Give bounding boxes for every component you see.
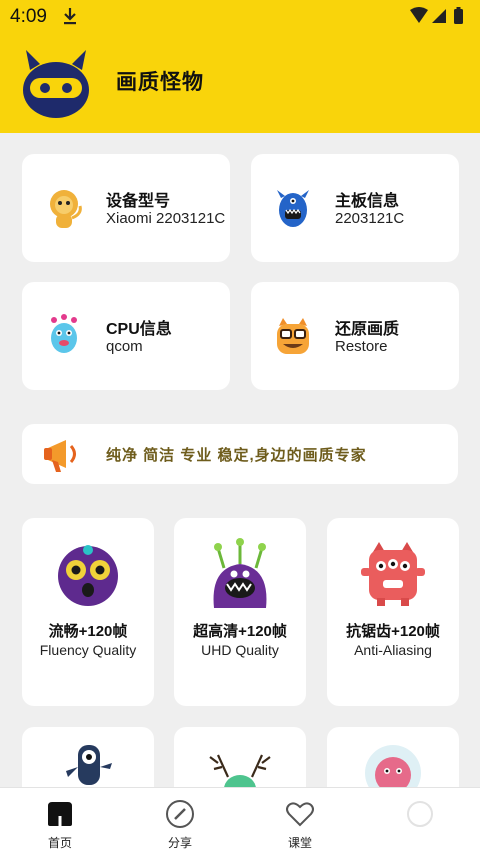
nav-label-home: 首页	[47, 836, 72, 850]
home-icon	[48, 802, 72, 826]
wifi-icon	[410, 7, 428, 23]
navy-cyclops-monster-icon	[66, 745, 112, 785]
mainboard-card[interactable]: 主板信息 2203121C	[251, 154, 459, 262]
bottom-navigation: 首页 分享 课堂	[0, 787, 480, 853]
uhd-mode-subtitle: UHD Quality	[201, 642, 279, 658]
fluency-mode-card[interactable]: 流畅+120帧 Fluency Quality	[22, 518, 154, 706]
cpu-info-value: qcom	[106, 338, 143, 355]
pink-bubble-monster-icon	[365, 745, 421, 793]
restore-quality-value: Restore	[335, 338, 388, 355]
fluency-mode-title: 流畅+120帧	[48, 623, 128, 640]
system-icons	[410, 7, 463, 24]
anti-aliasing-mode-subtitle: Anti-Aliasing	[354, 642, 432, 658]
device-model-value: Xiaomi 2203121C	[106, 210, 226, 227]
nav-label-class: 课堂	[287, 836, 312, 850]
cpu-info-label: CPU信息	[106, 321, 172, 338]
anti-aliasing-mode-title: 抗锯齿+120帧	[346, 623, 440, 640]
mainboard-label: 主板信息	[335, 193, 400, 210]
app-title: 画质怪物	[116, 71, 204, 94]
red-three-eyed-monster-icon	[361, 542, 425, 606]
signal-icon	[432, 9, 446, 23]
status-time: 4:09	[10, 6, 47, 27]
status-bar: 4:09	[0, 0, 480, 32]
device-model-label: 设备型号	[106, 193, 171, 210]
nav-label-share: 分享	[167, 836, 192, 850]
fluency-mode-subtitle: Fluency Quality	[39, 642, 137, 658]
restore-quality-label: 还原画质	[335, 321, 400, 338]
lion-monster-icon	[50, 190, 82, 228]
compass-icon	[166, 800, 194, 828]
nav-item-class[interactable]: 课堂	[240, 788, 360, 853]
nav-item-home[interactable]: 首页	[0, 788, 120, 853]
purple-ball-monster-icon	[58, 545, 118, 606]
anti-aliasing-mode-card[interactable]: 抗锯齿+120帧 Anti-Aliasing	[327, 518, 459, 706]
slogan-text: 纯净 简洁 专业 稳定,身边的画质专家	[106, 447, 367, 464]
nav-item-share[interactable]: 分享	[120, 788, 240, 853]
uhd-mode-title: 超高清+120帧	[193, 623, 287, 640]
battery-icon	[454, 9, 463, 24]
heart-icon	[286, 802, 314, 827]
megaphone-icon	[44, 440, 76, 472]
device-model-card[interactable]: 设备型号 Xiaomi 2203121C	[22, 154, 230, 262]
balloon-monster-icon	[51, 314, 77, 353]
antler-monster-icon	[209, 754, 271, 791]
watermark-icon	[407, 801, 433, 827]
glasses-monster-icon	[277, 318, 309, 354]
slogan-banner: 纯净 简洁 专业 稳定,身边的画质专家	[22, 424, 458, 484]
app-logo-icon	[23, 50, 89, 118]
cpu-info-card[interactable]: CPU信息 qcom	[22, 282, 230, 390]
restore-quality-card[interactable]: 还原画质 Restore	[251, 282, 459, 390]
app-header: 画质怪物	[0, 32, 480, 133]
uhd-mode-card[interactable]: 超高清+120帧 UHD Quality	[174, 518, 306, 706]
blue-monster-icon	[277, 190, 309, 227]
mainboard-value: 2203121C	[335, 210, 405, 227]
download-icon	[64, 8, 76, 25]
nav-item-4[interactable]	[360, 788, 480, 853]
purple-antenna-monster-icon	[213, 538, 267, 608]
